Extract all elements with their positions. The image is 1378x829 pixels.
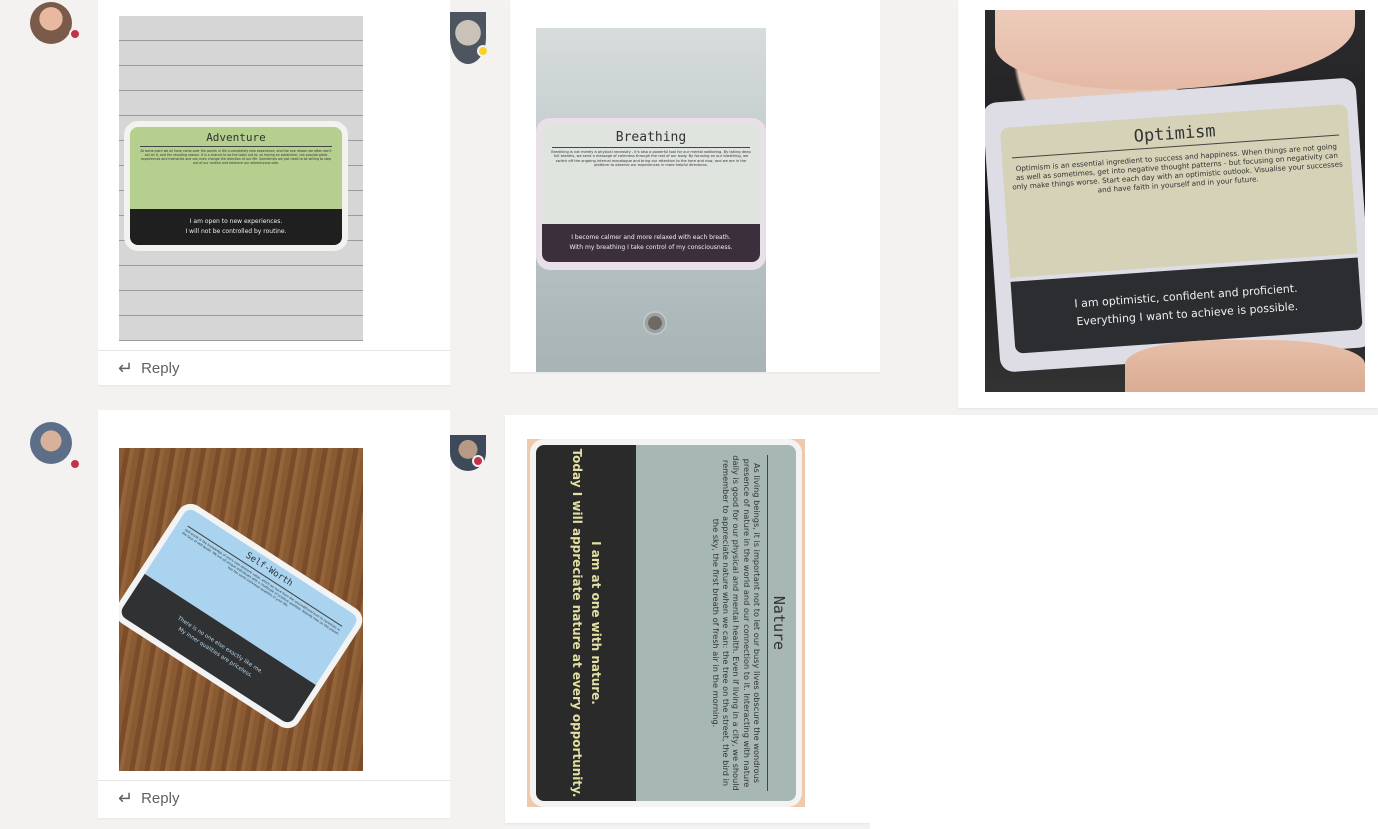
affirmation-line: I become calmer and more relaxed with ea… bbox=[571, 234, 731, 242]
card-title: Breathing bbox=[615, 130, 687, 145]
affirmation-line: I will not be controlled by routine. bbox=[185, 228, 287, 235]
card-title: Adventure bbox=[206, 131, 266, 144]
title-rule bbox=[552, 147, 750, 148]
card-title: Self-Worth bbox=[243, 550, 295, 589]
post-panel-adventure: Adventure At some point we all have come… bbox=[0, 0, 450, 410]
reply-arrow-icon: ↵ bbox=[118, 358, 134, 378]
card-body: Breathing is not merely a physical neces… bbox=[551, 150, 751, 168]
message-image[interactable]: Nature As living beings, it is important… bbox=[527, 439, 805, 807]
presence-busy-icon bbox=[472, 455, 484, 467]
reply-button[interactable]: ↵ Reply bbox=[118, 358, 179, 379]
post-panel-nature: Nature As living beings, it is important… bbox=[450, 415, 870, 829]
message-image[interactable]: Breathing Breathing is not merely a phys… bbox=[536, 28, 766, 372]
post-panel-breathing: Breathing Breathing is not merely a phys… bbox=[450, 0, 880, 415]
message-card: Adventure At some point we all have come… bbox=[98, 0, 450, 385]
presence-busy-icon bbox=[69, 28, 81, 40]
message-image[interactable]: Self-Worth Self-worth is the knowledge o… bbox=[119, 448, 363, 771]
affirmation-line: With my breathing I take control of my c… bbox=[569, 244, 733, 251]
reply-button[interactable]: ↵ Reply bbox=[118, 788, 179, 809]
message-image[interactable]: Optimism Optimism is an essential ingred… bbox=[985, 10, 1365, 392]
divider bbox=[98, 350, 450, 351]
fingers bbox=[1125, 340, 1365, 392]
card-top: Optimism Optimism is an essential ingred… bbox=[999, 103, 1358, 278]
presence-away-icon bbox=[477, 45, 489, 57]
presence-busy-icon bbox=[69, 458, 81, 470]
affirmation-card: Adventure At some point we all have come… bbox=[124, 121, 348, 251]
reply-label: Reply bbox=[141, 790, 180, 807]
card-body: As living beings, it is important not to… bbox=[711, 455, 762, 791]
message-image[interactable]: Adventure At some point we all have come… bbox=[119, 16, 363, 341]
card-affirmations: I am open to new experiences. I will not… bbox=[130, 209, 342, 245]
avatar[interactable] bbox=[30, 422, 72, 464]
reply-arrow-icon: ↵ bbox=[118, 788, 134, 808]
affirmation-line: I am at one with nature. bbox=[589, 541, 604, 705]
card-title: Nature bbox=[770, 595, 788, 651]
avatar[interactable] bbox=[30, 2, 72, 44]
message-card: Self-Worth Self-worth is the knowledge o… bbox=[98, 410, 450, 818]
card-body: At some point we all have come over the … bbox=[140, 149, 332, 165]
card-top: Breathing Breathing is not merely a phys… bbox=[542, 124, 760, 224]
affirmation-card: Self-Worth Self-worth is the knowledge o… bbox=[119, 498, 363, 734]
card-top: Adventure At some point we all have come… bbox=[130, 127, 342, 209]
affirmation-card: Nature As living beings, it is important… bbox=[530, 439, 802, 807]
message-card: Breathing Breathing is not merely a phys… bbox=[510, 0, 880, 372]
card-affirmations: I am at one with nature. Today I will ap… bbox=[536, 445, 636, 801]
card-top: Nature As living beings, it is important… bbox=[636, 445, 796, 801]
thumb bbox=[995, 10, 1355, 90]
title-rule bbox=[767, 455, 768, 791]
post-panel-optimism: Optimism Optimism is an essential ingred… bbox=[880, 0, 1378, 415]
message-card: Nature As living beings, it is important… bbox=[505, 415, 870, 823]
affirmation-card: Optimism Optimism is an essential ingred… bbox=[985, 77, 1365, 373]
divider bbox=[98, 780, 450, 781]
reply-label: Reply bbox=[141, 360, 180, 377]
message-card: Optimism Optimism is an essential ingred… bbox=[958, 0, 1378, 408]
post-panel-self-worth: Self-Worth Self-worth is the knowledge o… bbox=[0, 410, 450, 829]
affirmation-line: Today I will appreciate nature at every … bbox=[570, 448, 584, 798]
title-rule bbox=[140, 146, 332, 147]
title-rule bbox=[187, 525, 343, 627]
affirmation-line: I am open to new experiences. bbox=[189, 218, 283, 226]
screw-hole bbox=[643, 311, 667, 335]
card-affirmations: I become calmer and more relaxed with ea… bbox=[542, 224, 760, 262]
affirmation-card: Breathing Breathing is not merely a phys… bbox=[536, 118, 766, 270]
